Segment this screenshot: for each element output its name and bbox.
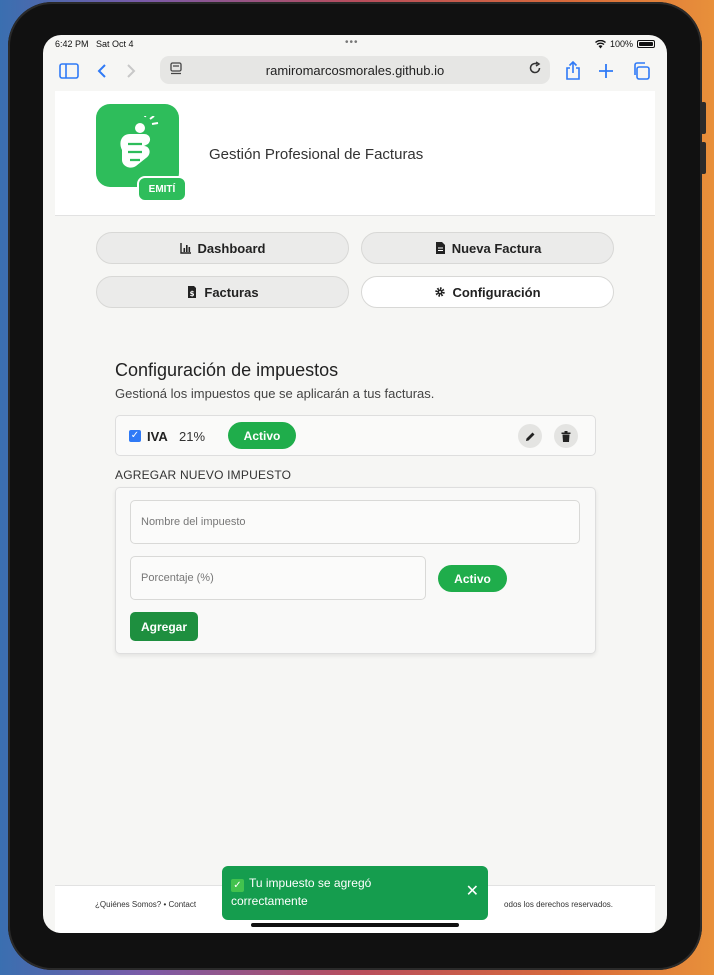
status-time: 6:42 PM bbox=[55, 39, 89, 49]
brand-title: Gestión Profesional de Facturas bbox=[209, 146, 424, 163]
footer-links[interactable]: ¿Quiénes Somos? • Contact bbox=[95, 900, 196, 909]
check-icon: ✓ bbox=[231, 879, 244, 892]
forward-icon[interactable] bbox=[119, 59, 143, 83]
volume-down-button bbox=[701, 142, 706, 174]
logo-badge: EMITÍ bbox=[137, 176, 187, 202]
svg-text:$: $ bbox=[190, 290, 195, 298]
success-toast: ✓ Tu impuesto se agregó correctamente ✕ bbox=[222, 866, 488, 920]
tab-configuracion-label: Configuración bbox=[452, 284, 541, 300]
back-icon[interactable] bbox=[90, 59, 114, 83]
tax-name-input[interactable]: Nombre del impuesto bbox=[130, 500, 580, 544]
page-menu-icon[interactable] bbox=[170, 62, 182, 78]
status-date: Sat Oct 4 bbox=[96, 39, 134, 49]
section-subtitle: Gestioná los impuestos que se aplicarán … bbox=[115, 386, 435, 401]
new-tab-icon[interactable] bbox=[594, 59, 618, 83]
toast-message-1: Tu impuesto se agregó bbox=[249, 876, 372, 890]
add-tax-label: AGREGAR NUEVO IMPUESTO bbox=[115, 468, 292, 482]
status-time-date: 6:42 PM Sat Oct 4 bbox=[55, 39, 134, 49]
status-right: 100% bbox=[594, 39, 655, 49]
wifi-icon bbox=[594, 39, 606, 48]
tax-row: ✓ IVA 21% Activo bbox=[115, 415, 596, 456]
home-indicator[interactable] bbox=[251, 923, 459, 927]
tax-status-toggle[interactable]: Activo bbox=[228, 422, 296, 449]
browser-toolbar: ramiromarcosmorales.github.io bbox=[43, 53, 667, 91]
tab-dashboard-label: Dashboard bbox=[197, 240, 266, 256]
battery-percent: 100% bbox=[609, 39, 633, 49]
tabs-icon[interactable] bbox=[629, 59, 653, 83]
hand-coin-icon bbox=[120, 116, 159, 168]
status-bar: 6:42 PM Sat Oct 4 ••• 100% bbox=[43, 35, 667, 53]
app-logo[interactable] bbox=[96, 104, 179, 187]
tab-nueva-factura-label: Nueva Factura bbox=[451, 240, 542, 256]
share-icon[interactable] bbox=[561, 59, 585, 83]
file-text-icon bbox=[435, 242, 445, 254]
section-title: Configuración de impuestos bbox=[115, 360, 339, 380]
tax-name: IVA bbox=[147, 429, 168, 444]
footer-copyright: odos los derechos reservados. bbox=[504, 900, 613, 909]
toast-message-2: correctamente bbox=[231, 894, 308, 908]
tax-enabled-checkbox[interactable]: ✓ bbox=[129, 430, 141, 442]
tab-facturas[interactable]: $ Facturas bbox=[96, 276, 349, 308]
tax-rate: 21% bbox=[179, 429, 206, 444]
url-text: ramiromarcosmorales.github.io bbox=[265, 62, 445, 78]
delete-tax-button[interactable] bbox=[554, 424, 578, 448]
trash-icon bbox=[561, 430, 571, 442]
new-tax-status-toggle[interactable]: Activo bbox=[438, 565, 507, 592]
url-bar[interactable]: ramiromarcosmorales.github.io bbox=[160, 56, 550, 84]
tax-rate-input[interactable]: Porcentaje (%) bbox=[130, 556, 426, 600]
screen: 6:42 PM Sat Oct 4 ••• 100% ramiromarcosm… bbox=[43, 35, 667, 933]
multitask-dots-icon[interactable]: ••• bbox=[345, 37, 359, 48]
edit-tax-button[interactable] bbox=[518, 424, 542, 448]
chart-icon bbox=[179, 243, 191, 254]
tab-dashboard[interactable]: Dashboard bbox=[96, 232, 349, 264]
pencil-icon bbox=[525, 432, 534, 441]
file-invoice-dollar-icon: $ bbox=[188, 286, 197, 298]
toast-line-1: ✓ Tu impuesto se agregó bbox=[231, 874, 478, 892]
add-tax-form: Nombre del impuesto Porcentaje (%) Activ… bbox=[115, 487, 596, 654]
battery-icon bbox=[637, 40, 655, 48]
volume-up-button bbox=[701, 102, 706, 134]
app-header: EMITÍ Gestión Profesional de Facturas bbox=[55, 91, 655, 216]
tab-nueva-factura[interactable]: Nueva Factura bbox=[361, 232, 614, 264]
close-icon[interactable]: ✕ bbox=[466, 883, 479, 901]
tab-configuracion[interactable]: Configuración bbox=[361, 276, 614, 308]
gear-icon bbox=[435, 287, 446, 297]
tab-facturas-label: Facturas bbox=[204, 284, 259, 300]
reload-icon[interactable] bbox=[528, 61, 542, 78]
sidebar-icon[interactable] bbox=[57, 59, 81, 83]
add-tax-button[interactable]: Agregar bbox=[130, 612, 198, 641]
